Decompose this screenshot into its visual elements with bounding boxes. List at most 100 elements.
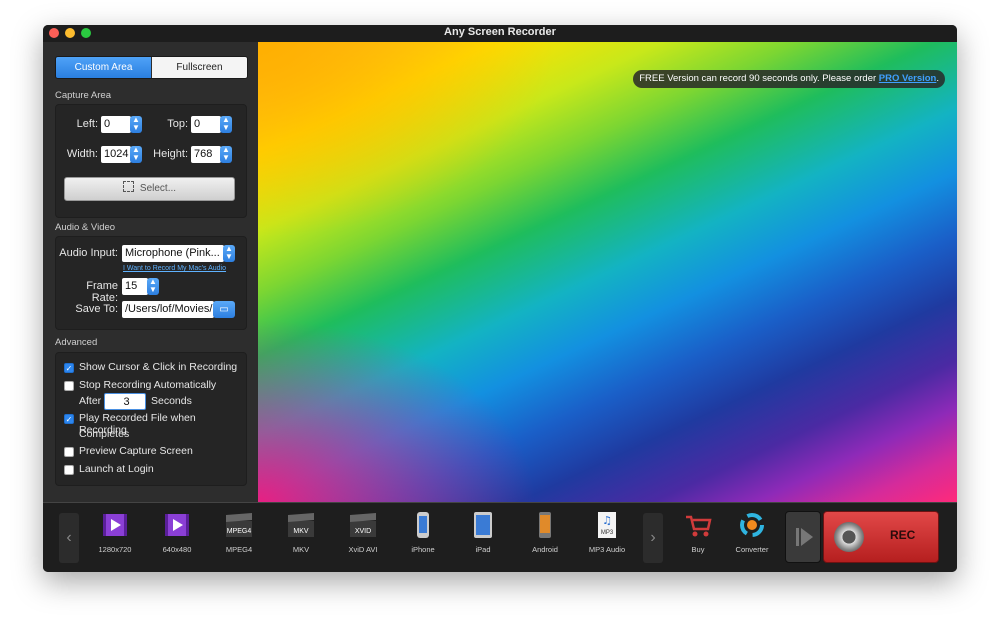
folder-icon[interactable]: ▭	[213, 301, 235, 318]
format-mkv[interactable]: MKV MKV	[271, 511, 331, 554]
capture-area-heading: Capture Area	[55, 90, 111, 101]
record-label: REC	[890, 528, 916, 542]
show-cursor-checkbox[interactable]: ✓	[64, 363, 74, 373]
notice-text: FREE Version can record 90 seconds only.…	[639, 73, 879, 84]
format-iphone[interactable]: iPhone	[393, 511, 453, 554]
play-recorded-label-cont: Completes	[79, 428, 130, 440]
height-input[interactable]: 768	[191, 146, 221, 163]
save-to-label: Save To:	[75, 303, 118, 315]
format-label: 640x480	[162, 545, 192, 554]
xvid-icon-text: XVID	[355, 528, 371, 535]
format-label: Android	[532, 545, 558, 554]
buy-button[interactable]: Buy	[668, 511, 728, 554]
format-label: MPEG4	[225, 545, 253, 554]
format-ipad[interactable]: iPad	[453, 511, 513, 554]
tab-fullscreen[interactable]: Fullscreen	[152, 57, 247, 78]
shopping-cart-icon	[683, 511, 713, 539]
stop-auto-checkbox[interactable]	[64, 381, 74, 391]
audio-input-dropdown-icon[interactable]: ▲ ▼	[223, 245, 235, 262]
left-label: Left:	[76, 118, 98, 130]
save-path-input[interactable]: /Users/lof/Movies/	[122, 301, 214, 318]
video-icon	[162, 511, 192, 539]
top-stepper[interactable]: ▲ ▼	[220, 116, 232, 133]
clapperboard-icon: MPEG4	[224, 511, 254, 539]
converter-label: Converter	[735, 545, 769, 554]
scroll-left-icon[interactable]: ‹	[59, 513, 79, 563]
iphone-icon	[408, 511, 438, 539]
audio-video-panel: Audio Input: Microphone (Pink... ▲ ▼ I Wa…	[55, 236, 247, 330]
format-xvid-avi[interactable]: XVID XviD AVI	[333, 511, 393, 554]
play-button[interactable]	[785, 511, 821, 563]
play-recorded-checkbox[interactable]: ✓	[64, 414, 74, 424]
height-stepper[interactable]: ▲ ▼	[220, 146, 232, 163]
converter-button[interactable]: Converter	[722, 511, 782, 554]
music-file-icon: ♫ MP3	[592, 511, 622, 539]
app-window: Any Screen Recorder Custom Area Fullscre…	[43, 25, 957, 572]
format-android[interactable]: Android	[515, 511, 575, 554]
mp3-icon-text: MP3	[601, 530, 614, 536]
width-stepper[interactable]: ▲ ▼	[130, 146, 142, 163]
settings-sidebar: Custom Area Fullscreen Capture Area Left…	[43, 42, 258, 502]
format-label: iPad	[475, 545, 491, 554]
launch-login-label: Launch at Login	[79, 463, 154, 475]
format-mpeg4[interactable]: MPEG4 MPEG4	[209, 511, 269, 554]
format-label: 1280x720	[98, 545, 132, 554]
svg-text:♫: ♫	[602, 514, 612, 527]
audio-input-select[interactable]: Microphone (Pink...	[122, 245, 224, 262]
capture-area-panel: Left: 0 ▲ ▼ Top: 0 ▲ ▼ Width: 1024 ▲ ▼ Heig…	[55, 104, 247, 218]
format-640x480[interactable]: 640x480	[147, 511, 207, 554]
preview-capture-checkbox[interactable]	[64, 447, 74, 457]
format-label: iPhone	[411, 545, 435, 554]
format-label: MKV	[292, 545, 310, 554]
capture-mode-toggle: Custom Area Fullscreen	[55, 56, 248, 79]
notice-tail: .	[936, 73, 939, 84]
record-button[interactable]: REC	[823, 511, 939, 563]
launch-login-checkbox[interactable]	[64, 465, 74, 475]
mpeg4-icon-text: MPEG4	[227, 528, 252, 535]
tab-custom-area[interactable]: Custom Area	[56, 57, 151, 78]
audio-input-label: Audio Input:	[59, 247, 118, 259]
window-title: Any Screen Recorder	[444, 26, 556, 38]
top-input[interactable]: 0	[191, 116, 221, 133]
format-toolbar: ‹ 1280x720 640x480 MPEG4 MPEG4 MKV MKV X…	[43, 502, 957, 572]
clapperboard-icon: MKV	[286, 511, 316, 539]
width-input[interactable]: 1024	[101, 146, 131, 163]
buy-label: Buy	[691, 545, 705, 554]
frame-rate-stepper[interactable]: ▲ ▼	[147, 278, 159, 295]
stop-auto-label: Stop Recording Automatically	[79, 379, 217, 391]
frame-rate-label: Frame Rate:	[86, 280, 118, 304]
crop-icon	[122, 181, 134, 192]
advanced-panel: ✓ Show Cursor & Click in Recording Stop …	[55, 352, 247, 486]
preview-capture-label: Preview Capture Screen	[79, 445, 193, 457]
frame-rate-input[interactable]: 15	[122, 278, 148, 295]
record-mac-audio-link[interactable]: I Want to Record My Mac's Audio	[123, 265, 226, 272]
converter-icon	[737, 511, 767, 539]
width-label: Width:	[66, 148, 98, 160]
clapperboard-icon: XVID	[348, 511, 378, 539]
video-icon	[100, 511, 130, 539]
select-area-button[interactable]: Select...	[64, 177, 235, 201]
scroll-right-icon[interactable]: ›	[643, 513, 663, 563]
format-1280x720[interactable]: 1280x720	[85, 511, 145, 554]
title-bar: Any Screen Recorder	[43, 25, 957, 43]
height-label: Height:	[153, 148, 188, 160]
advanced-heading: Advanced	[55, 337, 98, 348]
ipad-icon	[468, 511, 498, 539]
top-label: Top:	[167, 118, 188, 130]
left-input[interactable]: 0	[101, 116, 131, 133]
format-mp3-audio[interactable]: ♫ MP3 MP3 Audio	[577, 511, 637, 554]
record-icon	[834, 522, 864, 552]
format-label: XviD AVI	[348, 545, 378, 554]
capture-preview: FREE Version can record 90 seconds only.…	[258, 42, 957, 502]
stop-after-seconds-input[interactable]: 3	[104, 393, 146, 410]
select-area-label: Select...	[139, 183, 177, 194]
pro-version-link[interactable]: PRO Version	[879, 73, 937, 84]
free-version-notice: FREE Version can record 90 seconds only.…	[633, 70, 945, 88]
left-stepper[interactable]: ▲ ▼	[130, 116, 142, 133]
audio-video-heading: Audio & Video	[55, 222, 116, 233]
seconds-label: Seconds	[151, 395, 192, 407]
play-icon	[796, 528, 813, 546]
after-label: After	[79, 395, 102, 407]
format-label: MP3 Audio	[588, 545, 626, 554]
mkv-icon-text: MKV	[293, 528, 309, 535]
